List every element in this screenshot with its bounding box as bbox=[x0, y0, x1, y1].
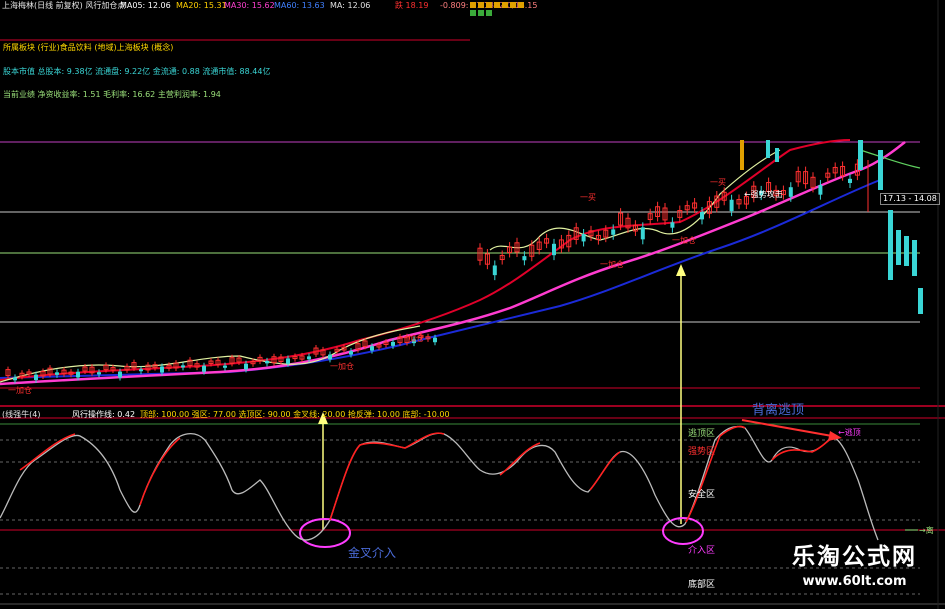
zone-safe: 安全区 bbox=[688, 490, 716, 500]
candlestick bbox=[257, 354, 263, 365]
candlestick bbox=[832, 162, 838, 178]
candlestick bbox=[795, 166, 801, 187]
candlestick bbox=[89, 364, 95, 376]
chart-title: 上海梅林(日线 前复权) 风行加仓点 bbox=[2, 1, 126, 10]
add-label-3: 一加仓 bbox=[600, 260, 624, 269]
ma20-value: MA20: 15.31 bbox=[176, 1, 227, 10]
candlestick bbox=[529, 240, 535, 262]
ma-extra-value: MA: 12.06 bbox=[330, 1, 371, 10]
share-capital-info: 股本市值 总股本: 9.38亿 流通盘: 9.22亿 金流通: 0.88 流通市… bbox=[3, 67, 271, 76]
indicator-line-value: 风行操作线: 0.42 bbox=[72, 410, 136, 419]
candlestick bbox=[647, 208, 653, 225]
price-range-box: 17.13 - 14.08 bbox=[880, 193, 940, 205]
buy-label-2: 一买 bbox=[710, 178, 726, 187]
candlestick bbox=[736, 194, 742, 209]
candlestick bbox=[173, 360, 179, 371]
candlestick bbox=[139, 366, 143, 375]
change-value: 跌 18.19 bbox=[395, 1, 429, 10]
ma5-value: MA05: 12.06 bbox=[120, 1, 171, 10]
golden-cross-label: 金叉介入 bbox=[348, 546, 397, 560]
ma60-value: MA60: 13.63 bbox=[274, 1, 325, 10]
watermark-brand: 乐淘公式网 bbox=[792, 543, 917, 570]
candlestick bbox=[662, 202, 668, 225]
trend-attack-label: ←强势攻击 bbox=[744, 190, 783, 199]
candlestick bbox=[729, 194, 734, 217]
candlestick bbox=[552, 238, 556, 261]
escape-marker: ←逃顶 bbox=[838, 428, 861, 437]
watermark: 乐淘公式网 www.60lt.com bbox=[792, 537, 917, 589]
candlestick bbox=[181, 362, 185, 371]
zone-strong: 强势区 bbox=[688, 447, 716, 457]
candlestick bbox=[544, 233, 550, 249]
add-label-1: 一加仓 bbox=[400, 334, 424, 343]
zone-bottom: 底部区 bbox=[688, 580, 716, 590]
candlestick bbox=[595, 230, 601, 245]
right-marker: →离 bbox=[919, 526, 934, 535]
candlestick bbox=[588, 225, 594, 241]
sector-info: 所属板块 (行业)食品饮料 (地域)上海板块 (概念) bbox=[3, 43, 174, 52]
candlestick bbox=[536, 237, 542, 255]
candlestick bbox=[684, 200, 690, 215]
candlestick bbox=[477, 243, 483, 266]
candlestick bbox=[803, 166, 809, 189]
watermark-url: www.60lt.com bbox=[802, 574, 907, 589]
indicator-title: (线强牛(4) bbox=[2, 410, 41, 419]
indicator-levels: 顶部: 100.00 强区: 77.00 选顶区: 90.00 金叉线: 20.… bbox=[140, 410, 450, 419]
candlestick bbox=[692, 197, 698, 214]
divergence-label: 背离逃顶 bbox=[752, 403, 805, 418]
candlestick bbox=[581, 228, 586, 247]
candlestick bbox=[825, 168, 831, 183]
candlestick bbox=[818, 179, 823, 200]
add-label-4: 一加仓 bbox=[672, 236, 696, 245]
add-label-2: 一加仓 bbox=[330, 362, 354, 371]
buy-label-1: 一买 bbox=[580, 193, 596, 202]
candlestick bbox=[507, 242, 513, 258]
left-add-marker: 一加仓 bbox=[8, 386, 32, 395]
zone-escape-top: 逃顶区 bbox=[688, 429, 716, 439]
candlestick bbox=[632, 220, 638, 237]
candlestick bbox=[558, 234, 564, 253]
candlestick bbox=[320, 346, 326, 358]
candlestick bbox=[848, 173, 852, 188]
candlestick bbox=[677, 205, 683, 223]
candlestick bbox=[145, 362, 151, 373]
candlestick bbox=[670, 217, 675, 233]
candlestick bbox=[124, 363, 130, 373]
performance-info: 当前业绩 净资收益率: 1.51 毛利率: 16.62 主营利润率: 1.94 bbox=[3, 90, 221, 99]
ma30-value: MA30: 15.62 bbox=[224, 1, 275, 10]
candlestick bbox=[625, 213, 631, 233]
candlestick bbox=[484, 249, 490, 270]
color-legend bbox=[470, 2, 530, 34]
candlestick bbox=[573, 222, 579, 245]
zone-enter: 介入区 bbox=[688, 546, 716, 556]
candlestick bbox=[328, 351, 332, 363]
candlestick bbox=[215, 357, 221, 368]
candlestick bbox=[492, 260, 497, 281]
